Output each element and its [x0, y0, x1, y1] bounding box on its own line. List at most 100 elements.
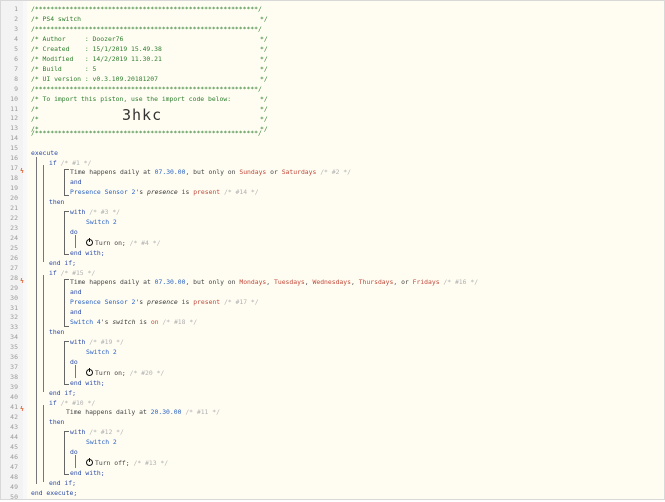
line-number: 8	[14, 74, 18, 83]
do-block-line	[75, 235, 76, 248]
execute-block-line	[36, 157, 37, 484]
line-number: 29	[10, 283, 18, 292]
condition-marker-icon[interactable]: ϟ	[20, 404, 24, 414]
action-turn-on-20[interactable]: Turn on; /* #20 */	[86, 368, 164, 378]
header-title: /* PS4 switch */	[31, 15, 268, 23]
action-turn-off-13[interactable]: Turn off; /* #13 */	[86, 458, 168, 468]
line-number: 4	[14, 34, 18, 43]
line-number: 7	[14, 64, 18, 73]
line-number: 13	[10, 124, 18, 133]
condition-switch-18[interactable]: Switch 4's switch is on /* #18 */	[70, 317, 197, 327]
line-number: 42	[10, 412, 18, 421]
end-execute: end execute;	[31, 489, 78, 497]
if-block-line	[43, 165, 44, 262]
condition-group-bracket	[64, 169, 69, 196]
line-number: 32	[10, 313, 18, 322]
and-operator: and	[70, 308, 82, 316]
gutter-divider	[23, 1, 27, 499]
line-number: 22	[10, 213, 18, 222]
do-keyword: do	[70, 228, 78, 236]
condition-time-16[interactable]: Time happens daily at 07.30.00, but only…	[70, 277, 478, 287]
header-build: /* Build : 5 */	[31, 65, 268, 73]
with-statement-3[interactable]: with /* #3 */	[70, 207, 120, 217]
line-number: 3	[14, 24, 18, 33]
do-keyword: do	[70, 448, 78, 456]
line-number: 1	[14, 5, 18, 13]
line-number: 33	[10, 323, 18, 332]
line-number: 44	[10, 432, 18, 441]
device-switch-2[interactable]: Switch 2	[86, 347, 117, 357]
end-if: end if;	[49, 259, 76, 267]
with-statement-12[interactable]: with /* #12 */	[70, 427, 124, 437]
end-with: end with;	[70, 469, 105, 477]
line-number: 45	[10, 442, 18, 451]
line-number: 47	[10, 462, 18, 471]
line-number: 12	[10, 114, 18, 123]
then-keyword: then	[49, 418, 65, 426]
line-number: 10	[10, 94, 18, 103]
line-number: 25	[10, 243, 18, 252]
then-keyword: then	[49, 328, 65, 336]
with-block-bracket	[64, 341, 69, 385]
line-number: 14	[10, 134, 18, 143]
condition-marker-icon[interactable]: ϟ	[20, 166, 24, 176]
end-with: end with;	[70, 379, 105, 387]
line-number: 43	[10, 422, 18, 431]
with-block-bracket	[64, 431, 69, 475]
and-operator: and	[70, 288, 82, 296]
line-number: 30	[10, 293, 18, 302]
import-code[interactable]: 3hkc	[122, 105, 162, 129]
with-block-bracket	[64, 211, 69, 255]
line-number: 26	[10, 253, 18, 262]
line-number: 5	[14, 44, 18, 53]
power-icon	[86, 238, 93, 246]
line-number: 17	[10, 164, 18, 173]
header-border: /***************************************…	[31, 5, 262, 13]
line-number: 21	[10, 204, 18, 212]
action-turn-on-4[interactable]: Turn on; /* #4 */	[86, 238, 160, 248]
line-number: 11	[10, 104, 18, 113]
line-number: 41	[10, 403, 18, 411]
line-number: 6	[14, 54, 18, 63]
line-number: 46	[10, 452, 18, 461]
do-keyword: do	[70, 358, 78, 366]
line-number: 40	[10, 393, 18, 402]
header-blank: /* */	[31, 115, 268, 123]
end-if: end if;	[49, 479, 76, 487]
header-border: /***************************************…	[31, 25, 262, 33]
line-number: 9	[14, 84, 18, 93]
power-icon	[86, 368, 93, 376]
line-number: 48	[10, 472, 18, 481]
line-number: 50	[10, 492, 18, 501]
header-import-line: /* To import this piston, use the import…	[31, 95, 268, 103]
end-with: end with;	[70, 249, 105, 257]
line-number: 18	[10, 174, 18, 183]
line-number: 31	[10, 303, 18, 312]
do-block-line	[75, 365, 76, 378]
condition-presence-1[interactable]: Presence Sensor 2's presence is present …	[70, 187, 259, 197]
if-block-line	[43, 275, 44, 392]
if-block-line	[43, 405, 44, 482]
line-number: 28	[10, 273, 18, 282]
line-number: 19	[10, 184, 18, 193]
condition-presence-17[interactable]: Presence Sensor 2's presence is present …	[70, 297, 259, 307]
line-number: 39	[10, 383, 18, 392]
line-number: 49	[10, 482, 18, 491]
line-number: 23	[10, 223, 18, 232]
line-number: 2	[14, 14, 18, 23]
condition-group-bracket	[64, 279, 69, 327]
line-number: 20	[10, 194, 18, 203]
device-switch-2[interactable]: Switch 2	[86, 217, 117, 227]
header-created: /* Created : 15/1/2019 15.49.38 */	[31, 45, 268, 53]
power-off-icon	[86, 458, 93, 466]
end-if: end if;	[49, 389, 76, 397]
with-statement-19[interactable]: with /* #19 */	[70, 337, 124, 347]
device-switch-2[interactable]: Switch 2	[86, 437, 117, 447]
line-number: 37	[10, 363, 18, 372]
condition-time-11[interactable]: Time happens daily at 20.30.00 /* #11 */	[66, 407, 220, 417]
line-number: 24	[10, 233, 18, 242]
line-number: 15	[10, 144, 18, 153]
condition-marker-icon[interactable]: ϟ	[20, 276, 24, 286]
do-block-line	[75, 455, 76, 468]
condition-time-1[interactable]: Time happens daily at 07.30.00, but only…	[70, 167, 351, 177]
